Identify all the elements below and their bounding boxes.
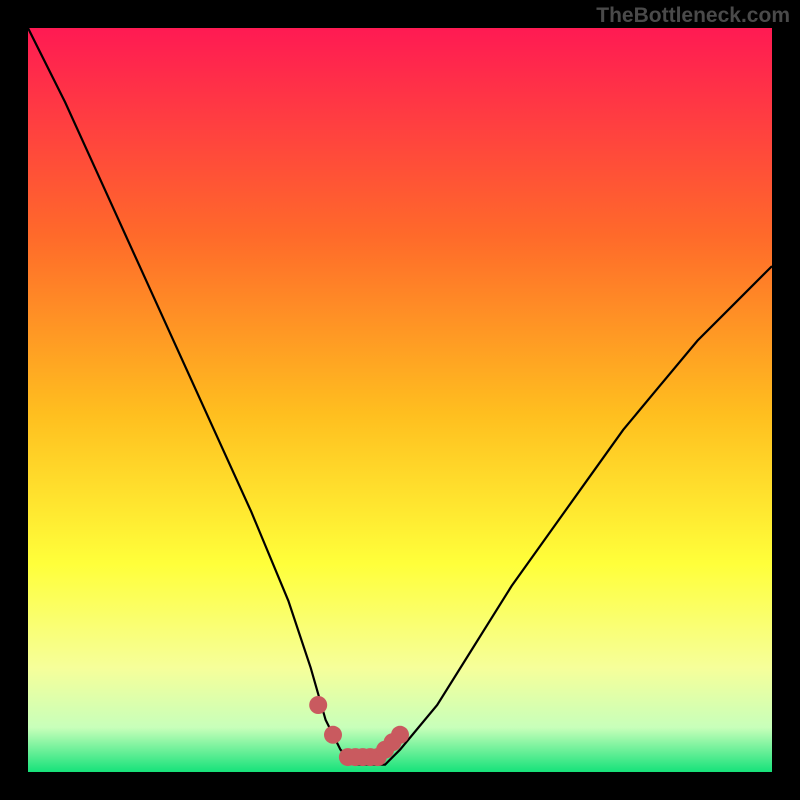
trough-marker xyxy=(309,696,327,714)
chart-svg xyxy=(28,28,772,772)
gradient-background xyxy=(28,28,772,772)
watermark-text: TheBottleneck.com xyxy=(596,4,790,28)
trough-marker xyxy=(324,726,342,744)
chart-plot-area xyxy=(28,28,772,772)
trough-marker xyxy=(391,726,409,744)
